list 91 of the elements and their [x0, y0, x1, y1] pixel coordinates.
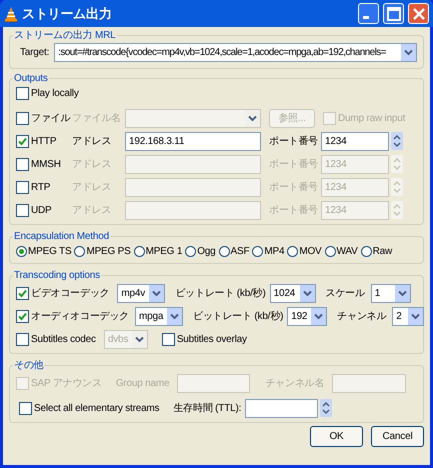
group-label: Transcoding options — [13, 269, 101, 283]
radio-label: ASF — [230, 245, 250, 259]
checkbox[interactable] — [16, 112, 29, 124]
radio-button[interactable] — [185, 246, 196, 257]
checkbox-label: ファイル — [31, 112, 70, 126]
radio-label: Raw — [372, 245, 392, 259]
address-field[interactable] — [125, 200, 261, 220]
field-label: アドレス — [72, 134, 112, 148]
radio-label: WAV — [336, 245, 358, 259]
checkbox[interactable] — [162, 332, 175, 346]
checkbox-label: Select all elementary streams — [34, 402, 160, 416]
group-label: Encapsulation Method — [13, 230, 110, 244]
maximize-button[interactable] — [383, 3, 404, 24]
group-name-field[interactable] — [177, 374, 250, 392]
group-name-label: Group name — [116, 376, 170, 390]
scale-dropdown[interactable]: 1 — [370, 284, 411, 302]
spin-field[interactable]: 1234 — [321, 132, 390, 150]
cone-icon — [4, 6, 18, 22]
channel-name-field[interactable] — [332, 374, 406, 392]
checkbox-label: Play locally — [31, 87, 79, 101]
radio-button[interactable] — [252, 246, 264, 257]
codec-dropdown[interactable]: mpga — [135, 306, 184, 326]
group-label: Outputs — [13, 72, 49, 86]
radio-button[interactable] — [16, 246, 27, 257]
bitrate-dropdown[interactable]: 192 — [287, 306, 328, 326]
checkbox-label: MMSH — [31, 158, 61, 172]
radio-button[interactable] — [134, 246, 145, 257]
channels-dropdown[interactable]: 2 — [392, 306, 424, 326]
radio-button[interactable] — [360, 246, 372, 257]
checkbox[interactable] — [16, 332, 29, 346]
checkbox-label: Subtitles overlay — [176, 332, 247, 346]
port-label: ポート番号 — [269, 134, 318, 148]
codec-dropdown[interactable]: mp4v — [117, 284, 166, 302]
port-label: ポート番号 — [269, 204, 318, 218]
spin-field[interactable] — [245, 398, 318, 418]
radio-button[interactable] — [218, 246, 230, 257]
checkbox-label: HTTP — [31, 134, 56, 148]
dialog-button[interactable]: Cancel — [371, 426, 424, 447]
radio-label: MP4 — [264, 245, 284, 259]
radio-label: MPEG TS — [28, 245, 72, 259]
close-button[interactable] — [408, 3, 429, 24]
target-dropdown[interactable]: :sout=#transcode{vcodec=mp4v,vb=1024,scale=1,acodec=mpga,ab=192,channels= — [54, 43, 417, 62]
dialog-button[interactable]: OK — [310, 426, 363, 447]
radio-label: MOV — [299, 245, 322, 259]
radio-label: Ogg — [197, 245, 216, 259]
window-title: ストリーム出力 — [22, 4, 113, 23]
radio-label: MPEG PS — [86, 245, 131, 259]
field-label: アドレス — [72, 180, 112, 194]
maximize-icon — [386, 6, 400, 20]
bitrate-label: ビットレート (kb/秒) — [193, 310, 284, 324]
group-label: ストリームの出力 MRL — [13, 28, 116, 43]
channel-name-label: チャンネル名 — [265, 376, 324, 390]
checkbox[interactable] — [16, 134, 29, 148]
checkbox-label: ビデオコーデック — [31, 286, 110, 300]
checkbox[interactable] — [16, 158, 29, 170]
checkbox[interactable] — [19, 402, 32, 414]
channels-label: チャンネル — [337, 310, 386, 324]
checkbox[interactable] — [16, 286, 29, 300]
radio-button[interactable] — [287, 246, 298, 257]
checkbox[interactable] — [16, 310, 29, 322]
bitrate-dropdown[interactable]: 1024 — [270, 284, 316, 302]
radio-label: MPEG 1 — [146, 245, 182, 259]
field-label: アドレス — [72, 204, 112, 218]
scale-label: スケール — [326, 286, 365, 300]
minimize-icon — [363, 16, 369, 19]
port-label: ポート番号 — [269, 180, 318, 194]
close-icon — [412, 8, 424, 20]
group-label: その他 — [13, 359, 44, 373]
radio-button[interactable] — [324, 246, 336, 257]
checkbox[interactable] — [16, 204, 29, 216]
target-label: Target: — [20, 46, 50, 60]
address-field[interactable] — [125, 178, 261, 196]
field-label: アドレス — [72, 158, 112, 172]
port-label: ポート番号 — [269, 158, 318, 172]
checkbox-label: SAP アナウンス — [31, 376, 102, 390]
minimize-button[interactable] — [358, 3, 379, 24]
checkbox-label: オーディオコーデック — [31, 310, 130, 324]
checkbox[interactable] — [16, 180, 29, 194]
checkbox-label: Subtitles codec — [31, 332, 96, 346]
spin-arrows-icon[interactable] — [320, 399, 332, 417]
radio-button[interactable] — [74, 246, 86, 257]
bitrate-label: ビットレート (kb/秒) — [175, 286, 266, 300]
address-field[interactable]: 192.168.3.11 — [125, 132, 261, 150]
checkbox[interactable] — [16, 87, 29, 100]
spin-arrows-icon[interactable] — [391, 132, 404, 150]
checkbox-label: Dump raw input — [338, 112, 406, 126]
address-field[interactable] — [125, 154, 261, 174]
ttl-label: 生存時間 (TTL): — [173, 402, 242, 416]
checkbox-label: RTP — [31, 180, 50, 194]
checkbox-label: UDP — [31, 204, 52, 218]
field-label: ファイル名 — [72, 112, 122, 126]
